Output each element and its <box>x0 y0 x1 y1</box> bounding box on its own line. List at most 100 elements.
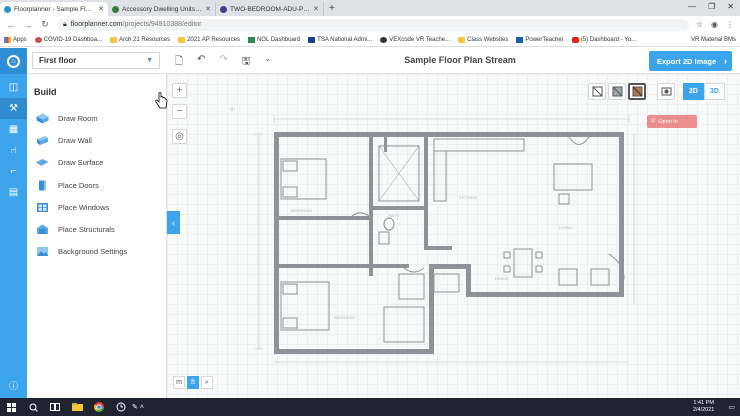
minimize-icon[interactable]: — <box>688 2 696 11</box>
project-title: Sample Floor Plan Stream <box>404 55 516 65</box>
place-doors-tool[interactable]: Place Doors <box>36 174 127 196</box>
windows-start-icon[interactable] <box>0 398 22 416</box>
url-input[interactable]: 🔒︎ floorplanner.com/projects/94910388/ed… <box>57 18 689 31</box>
export-2d-image-button[interactable]: Export 2D Image › <box>649 51 732 71</box>
page-icon <box>380 36 388 43</box>
app-header: ⌂ First floor ▼ 🗋︎ ↶ ↷ 🖫︎ ⌄ Sample Floor… <box>0 48 740 74</box>
bookmark-ap[interactable]: 2021 AP Resources <box>178 36 240 43</box>
bookmark-tsa[interactable]: TSA National Admi... <box>308 36 372 43</box>
maximize-icon[interactable]: ❐ <box>708 2 715 11</box>
camera-snapshot-button[interactable] <box>657 83 675 100</box>
taskbar-search-icon[interactable] <box>22 398 44 416</box>
open-in-chip[interactable]: ⏻ Open in <box>647 115 697 128</box>
close-window-icon[interactable]: ✕ <box>727 2 734 11</box>
unit-feet-button[interactable]: ft <box>187 376 199 389</box>
place-windows-tool[interactable]: Place Windows <box>36 196 127 218</box>
background-settings-tool[interactable]: Background Settings <box>36 241 127 263</box>
unit-toggle: m ft ⌕ <box>173 376 213 389</box>
power-icon: ⏻ <box>651 118 656 124</box>
floor-select-value: First floor <box>39 56 77 65</box>
rail-paint-roller-icon[interactable]: ⌐ <box>0 161 27 182</box>
menu-icon[interactable]: ⋮ <box>726 20 734 29</box>
task-view-icon[interactable] <box>44 398 66 416</box>
more-chevron-icon[interactable]: ⌄ <box>264 54 271 71</box>
zoom-out-button[interactable]: − <box>172 104 187 119</box>
pen-icon[interactable]: ✎ <box>132 404 138 411</box>
bookmark-vexcode[interactable]: VEXcode VR Teache... <box>380 36 450 43</box>
close-tab-icon[interactable]: ✕ <box>98 5 104 13</box>
rail-chair-icon[interactable]: ⑁ <box>0 140 27 161</box>
browser-tab-floorplanner[interactable]: Floorplanner - Sample Floor Pla ✕ <box>0 2 108 16</box>
windows-taskbar: ✎ ˄ 1:41 PM 2/4/2021 ▭ <box>0 398 740 416</box>
unit-search-icon[interactable]: ⌕ <box>201 376 213 389</box>
app-clock-icon[interactable] <box>110 398 132 416</box>
view-mode-toggle: 2D 3D <box>683 83 725 100</box>
help-icon[interactable]: ⓘ <box>0 379 27 392</box>
window-controls: — ❐ ✕ <box>688 2 734 11</box>
back-icon[interactable]: ← <box>6 20 16 30</box>
draw-surface-tool[interactable]: Draw Surface <box>36 152 127 174</box>
chrome-icon[interactable] <box>88 398 110 416</box>
place-structurals-tool[interactable]: Place Structurals <box>36 218 127 240</box>
close-tab-icon[interactable]: ✕ <box>205 5 211 13</box>
bookmark-vr-material[interactable]: VR Material BMs <box>681 37 736 43</box>
close-tab-icon[interactable]: ✕ <box>313 5 319 13</box>
notifications-icon[interactable]: ▭ <box>728 403 735 411</box>
save-icon[interactable]: 🖫︎ <box>242 54 251 71</box>
system-clock[interactable]: 1:41 PM 2/4/2021 <box>693 400 714 414</box>
bookmark-youtube[interactable]: (5) Dashboard - Yo... <box>571 36 636 43</box>
new-page-icon[interactable]: 🗋︎ <box>175 54 183 71</box>
bookmark-class-websites[interactable]: Class Websites <box>458 36 508 43</box>
reload-icon[interactable]: ↻ <box>40 19 50 30</box>
view-tool-group <box>588 83 646 100</box>
redo-icon[interactable]: ↷ <box>219 54 227 71</box>
site-favicon-icon <box>220 5 227 13</box>
bookmark-apps[interactable]: Apps <box>4 36 27 43</box>
view-outline-icon <box>592 86 602 97</box>
rail-layers-icon[interactable]: ▤ <box>0 182 27 203</box>
bookmark-covid[interactable]: COVID-19 Dashboa... <box>34 36 102 43</box>
chevron-down-icon: ▼ <box>146 57 153 64</box>
floorplan-canvas[interactable]: BEDROOM BATH KITCHEN LIVING DINING BEDRO… <box>167 74 740 398</box>
floor-select[interactable]: First floor ▼ <box>32 52 160 69</box>
left-icon-rail: ◫ ⚒ ▦ ⑁ ⌐ ▤ ⓘ <box>0 74 27 398</box>
rail-furniture-icon[interactable]: ▦ <box>0 119 27 140</box>
unit-meters-button[interactable]: m <box>173 376 185 389</box>
plan-label-bedroom-2: BEDROOM <box>334 315 355 320</box>
view-outline-button[interactable] <box>588 83 606 100</box>
new-tab-button[interactable]: + <box>324 2 340 16</box>
draw-wall-tool[interactable]: Draw Wall <box>36 129 127 151</box>
bookmarks-bar: Apps COVID-19 Dashboa... Arch 21 Resourc… <box>0 33 740 47</box>
browser-tab-adu-plan[interactable]: TWO-BEDROOM-ADU-PLAN ✕ <box>216 2 324 16</box>
chevron-left-icon: ‹ <box>172 217 175 228</box>
mode-3d-button[interactable]: 3D <box>704 83 725 100</box>
account-icon[interactable]: ◉ <box>711 20 718 29</box>
background-floor-plan-image: BEDROOM BATH KITCHEN LIVING DINING BEDRO… <box>229 106 635 363</box>
url-path: /projects/94910388/editor <box>122 21 202 28</box>
floorplanner-logo-icon[interactable]: ⌂ <box>0 48 27 74</box>
zoom-in-button[interactable]: + <box>172 83 187 98</box>
door-icon <box>39 180 46 191</box>
floorplanner-favicon-icon <box>4 5 11 13</box>
view-textured-button[interactable] <box>628 83 646 100</box>
apps-grid-icon <box>4 36 11 43</box>
bookmark-star-icon[interactable]: ☆ <box>696 20 703 29</box>
draw-room-tool[interactable]: Draw Room <box>36 107 127 129</box>
undo-icon[interactable]: ↶ <box>197 54 205 71</box>
collapse-panel-button[interactable]: ‹ <box>167 211 180 234</box>
background-icon <box>37 247 48 257</box>
bookmark-powerteacher[interactable]: PowerTeacher <box>516 36 564 43</box>
address-bar-row: ← → ↻ 🔒︎ floorplanner.com/projects/94910… <box>0 16 740 33</box>
view-shaded-button[interactable] <box>608 83 626 100</box>
recenter-target-icon[interactable]: ◎ <box>172 129 187 144</box>
mode-2d-button[interactable]: 2D <box>683 83 704 100</box>
forward-icon[interactable]: → <box>23 20 33 30</box>
file-explorer-icon[interactable] <box>66 398 88 416</box>
bookmark-arch21[interactable]: Arch 21 Resources <box>110 36 170 43</box>
rail-floorplan-icon[interactable]: ◫ <box>0 77 27 98</box>
bookmark-ngl[interactable]: NGL Dashboard <box>248 36 300 43</box>
rail-build-hammer-icon[interactable]: ⚒ <box>0 98 27 119</box>
browser-tab-adu[interactable]: Accessory Dwelling Units (ADU... ✕ <box>108 2 216 16</box>
chevron-up-icon[interactable]: ˄ <box>140 404 144 411</box>
structural-icon <box>37 224 48 235</box>
